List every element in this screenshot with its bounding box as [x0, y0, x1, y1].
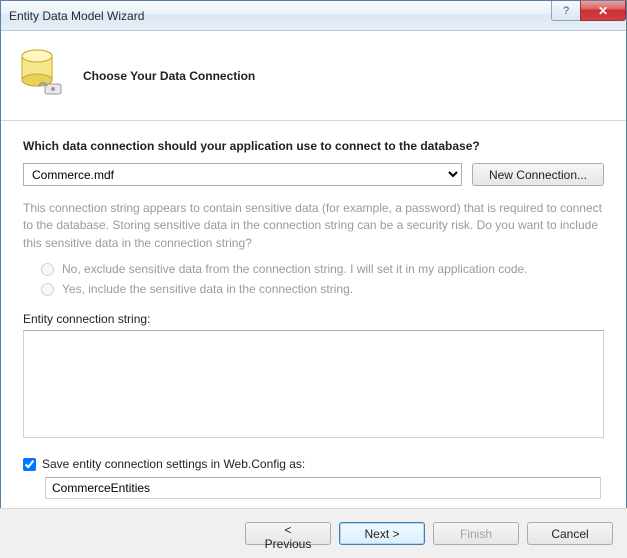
- radio-include-input: [41, 283, 54, 296]
- save-settings-checkbox[interactable]: [23, 458, 36, 471]
- titlebar-controls: ? ✕: [551, 1, 626, 30]
- close-button[interactable]: ✕: [580, 1, 626, 21]
- database-icon: [19, 46, 65, 105]
- page-title: Choose Your Data Connection: [83, 69, 255, 83]
- window-title: Entity Data Model Wizard: [9, 9, 551, 23]
- wizard-content: Which data connection should your applic…: [1, 121, 626, 509]
- wizard-footer: < Previous Next > Finish Cancel: [0, 508, 627, 558]
- finish-button: Finish: [433, 522, 519, 545]
- connection-dropdown[interactable]: Commerce.mdf: [23, 163, 462, 186]
- config-name-input[interactable]: [45, 477, 601, 499]
- radio-exclude-input: [41, 263, 54, 276]
- cancel-button[interactable]: Cancel: [527, 522, 613, 545]
- close-icon: ✕: [598, 4, 608, 18]
- help-button[interactable]: ?: [551, 1, 581, 21]
- help-icon: ?: [563, 5, 569, 17]
- connection-question: Which data connection should your applic…: [23, 139, 604, 153]
- previous-button[interactable]: < Previous: [245, 522, 331, 545]
- radio-exclude: No, exclude sensitive data from the conn…: [41, 262, 604, 276]
- titlebar: Entity Data Model Wizard ? ✕: [1, 1, 626, 31]
- connection-row: Commerce.mdf New Connection...: [23, 163, 604, 186]
- wizard-header: Choose Your Data Connection: [1, 31, 626, 121]
- radio-include: Yes, include the sensitive data in the c…: [41, 282, 604, 296]
- radio-exclude-label: No, exclude sensitive data from the conn…: [62, 262, 528, 276]
- sensitive-info-text: This connection string appears to contai…: [23, 200, 604, 252]
- radio-include-label: Yes, include the sensitive data in the c…: [62, 282, 353, 296]
- save-settings-label: Save entity connection settings in Web.C…: [42, 457, 305, 471]
- new-connection-button[interactable]: New Connection...: [472, 163, 604, 186]
- save-settings-row[interactable]: Save entity connection settings in Web.C…: [23, 457, 604, 471]
- next-button[interactable]: Next >: [339, 522, 425, 545]
- ecs-label: Entity connection string:: [23, 312, 604, 326]
- ecs-textarea[interactable]: [23, 330, 604, 438]
